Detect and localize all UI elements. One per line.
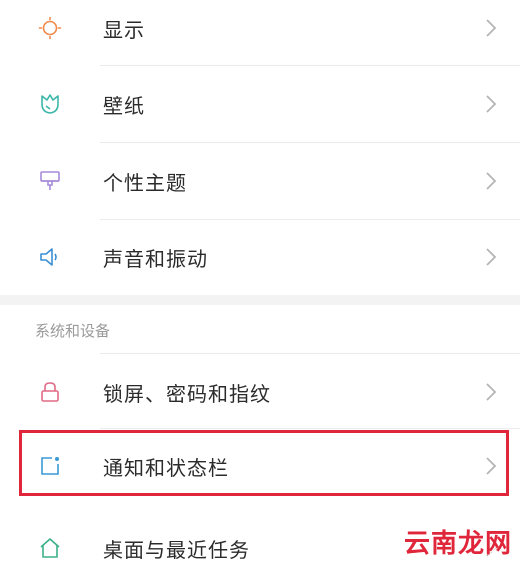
chevron-right-icon bbox=[486, 248, 497, 266]
chevron-right-icon bbox=[486, 172, 497, 190]
settings-item-label: 壁纸 bbox=[103, 93, 145, 118]
chevron-right-icon bbox=[486, 383, 497, 401]
settings-item-label: 个性主题 bbox=[103, 170, 187, 195]
watermark: 云南龙网 bbox=[403, 529, 512, 559]
settings-item-label: 声音和振动 bbox=[103, 246, 208, 271]
home-icon bbox=[38, 536, 62, 560]
settings-item-themes[interactable]: 个性主题 bbox=[0, 143, 520, 219]
chevron-right-icon bbox=[486, 19, 497, 37]
divider bbox=[100, 428, 520, 429]
settings-item-label: 桌面与最近任务 bbox=[103, 537, 250, 562]
settings-item-display[interactable]: 显示 bbox=[0, 0, 520, 66]
sun-icon bbox=[38, 16, 62, 40]
section-separator bbox=[0, 295, 520, 305]
settings-item-label: 锁屏、密码和指纹 bbox=[103, 381, 271, 406]
speaker-icon bbox=[38, 245, 62, 269]
tulip-icon bbox=[38, 92, 62, 116]
paint-roller-icon bbox=[38, 169, 62, 193]
settings-item-sound[interactable]: 声音和振动 bbox=[0, 219, 520, 295]
section-title: 系统和设备 bbox=[35, 322, 111, 340]
settings-item-lockscreen[interactable]: 锁屏、密码和指纹 bbox=[0, 354, 520, 430]
chevron-right-icon bbox=[486, 95, 497, 113]
highlight-box bbox=[19, 430, 509, 496]
lock-icon bbox=[38, 380, 62, 404]
settings-item-wallpaper[interactable]: 壁纸 bbox=[0, 66, 520, 142]
settings-item-label: 显示 bbox=[103, 17, 145, 42]
